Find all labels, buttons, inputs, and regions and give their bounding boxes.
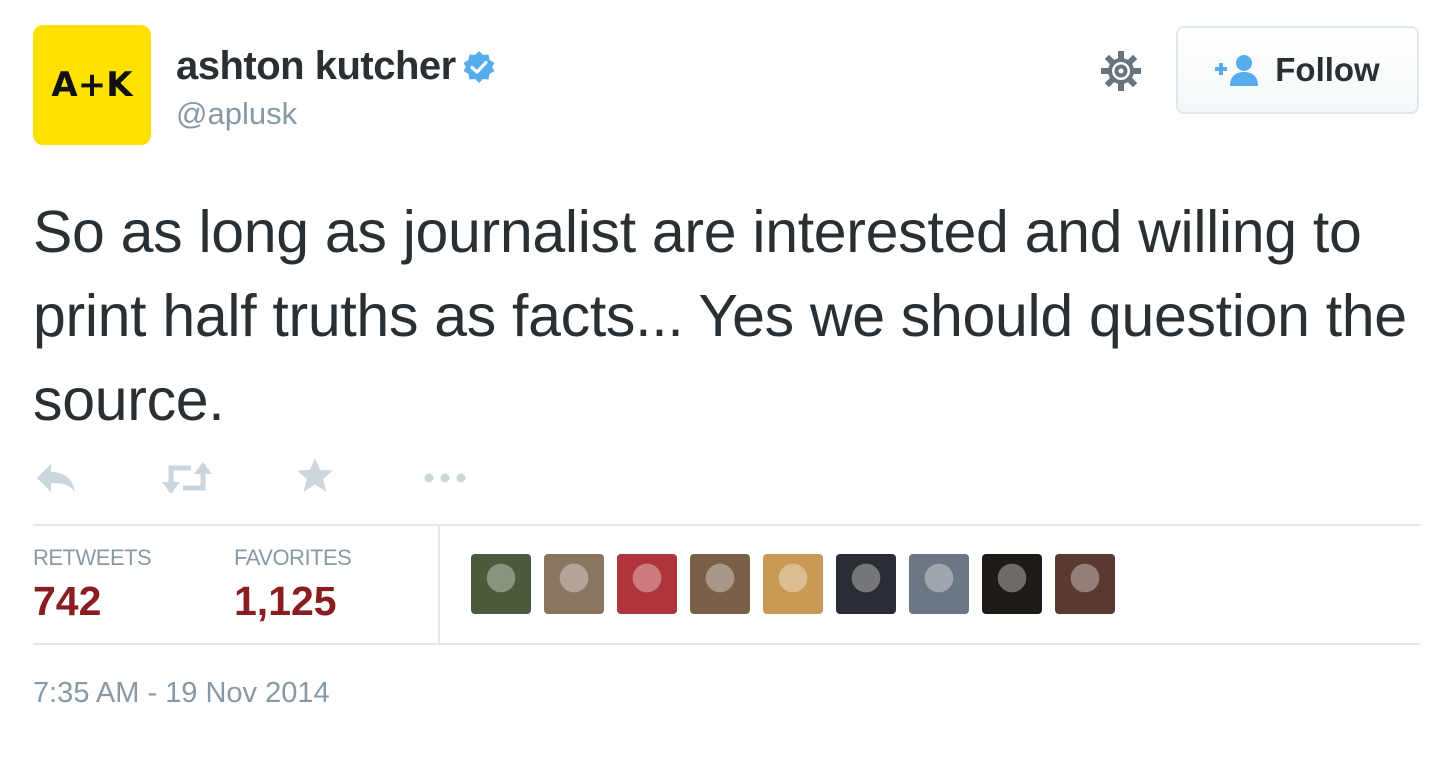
gear-icon[interactable] (1098, 48, 1144, 94)
favoriter-avatar-1[interactable] (471, 554, 531, 614)
retweets-label[interactable]: RETWEETS (33, 545, 152, 571)
follow-label: Follow (1275, 51, 1380, 88)
more-dots-icon[interactable] (421, 456, 469, 500)
stats-vertical-divider (438, 526, 440, 644)
user-avatar[interactable]: A+K (33, 25, 151, 145)
favoriter-avatar-6[interactable] (836, 554, 896, 614)
stats-bottom-divider (33, 643, 1420, 645)
avatar-text: A+K (51, 65, 133, 105)
retweets-count[interactable]: 742 (33, 578, 101, 625)
favoriter-avatar-7[interactable] (909, 554, 969, 614)
tweet-text: So as long as journalist are interested … (33, 199, 1407, 433)
stats-top-divider (33, 524, 1420, 526)
user-name-row: ashton kutcher (176, 44, 496, 89)
add-person-icon (1215, 55, 1259, 86)
retweet-icon[interactable] (161, 456, 213, 500)
favoriters-avatars (471, 554, 1128, 614)
tweet-timestamp[interactable]: 7:35 AM - 19 Nov 2014 (33, 677, 330, 710)
favoriter-avatar-2[interactable] (544, 554, 604, 614)
follow-button[interactable]: Follow (1176, 26, 1419, 114)
screen-name[interactable]: @aplusk (176, 96, 297, 132)
reply-icon[interactable] (35, 456, 77, 500)
display-name[interactable]: ashton kutcher (176, 44, 456, 89)
favorites-count[interactable]: 1,125 (234, 578, 337, 625)
favorite-star-icon[interactable] (295, 456, 335, 496)
verified-badge-icon (463, 50, 495, 83)
favoriter-avatar-4[interactable] (690, 554, 750, 614)
favoriter-avatar-8[interactable] (982, 554, 1042, 614)
favoriter-avatar-3[interactable] (617, 554, 677, 614)
favorites-label[interactable]: FAVORITES (234, 545, 352, 571)
favoriter-avatar-9[interactable] (1055, 554, 1115, 614)
favoriter-avatar-5[interactable] (763, 554, 823, 614)
